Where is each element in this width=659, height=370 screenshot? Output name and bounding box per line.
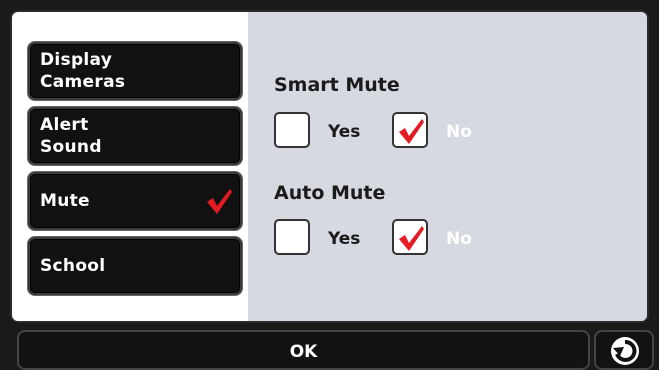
menu-item-label: Display Cameras xyxy=(40,50,126,92)
menu-item-school[interactable]: School xyxy=(28,237,242,295)
ok-label: OK xyxy=(289,342,318,362)
checkmark-icon xyxy=(399,226,424,251)
menu-item-alert-sound[interactable]: Alert Sound xyxy=(28,107,242,165)
auto-mute-no-label: No xyxy=(446,229,472,249)
checkmark-icon xyxy=(207,189,232,214)
checkmark-icon xyxy=(399,119,424,144)
settings-panel: Smart Mute Yes No Auto Mute Yes No xyxy=(248,12,647,321)
settings-dialog: Display Cameras Alert Sound Mute School … xyxy=(10,10,649,323)
back-button[interactable] xyxy=(594,330,654,370)
ok-button[interactable]: OK xyxy=(17,330,590,370)
auto-mute-yes-checkbox[interactable] xyxy=(274,219,310,255)
smart-mute-no-checkbox[interactable] xyxy=(392,112,428,148)
smart-mute-yes-checkbox[interactable] xyxy=(274,112,310,148)
smart-mute-yes-label: Yes xyxy=(328,122,361,142)
menu-item-label: School xyxy=(40,256,106,276)
menu-item-display-cameras[interactable]: Display Cameras xyxy=(28,42,242,100)
smart-mute-no-label: No xyxy=(446,122,472,142)
menu-item-label: Mute xyxy=(40,191,90,211)
smart-mute-title: Smart Mute xyxy=(274,74,400,96)
auto-mute-no-checkbox[interactable] xyxy=(392,219,428,255)
menu-panel: Display Cameras Alert Sound Mute School xyxy=(12,12,248,321)
menu-item-mute[interactable]: Mute xyxy=(28,172,242,230)
auto-mute-title: Auto Mute xyxy=(274,182,386,204)
menu-item-label: Alert Sound xyxy=(40,115,102,157)
auto-mute-yes-label: Yes xyxy=(328,229,361,249)
